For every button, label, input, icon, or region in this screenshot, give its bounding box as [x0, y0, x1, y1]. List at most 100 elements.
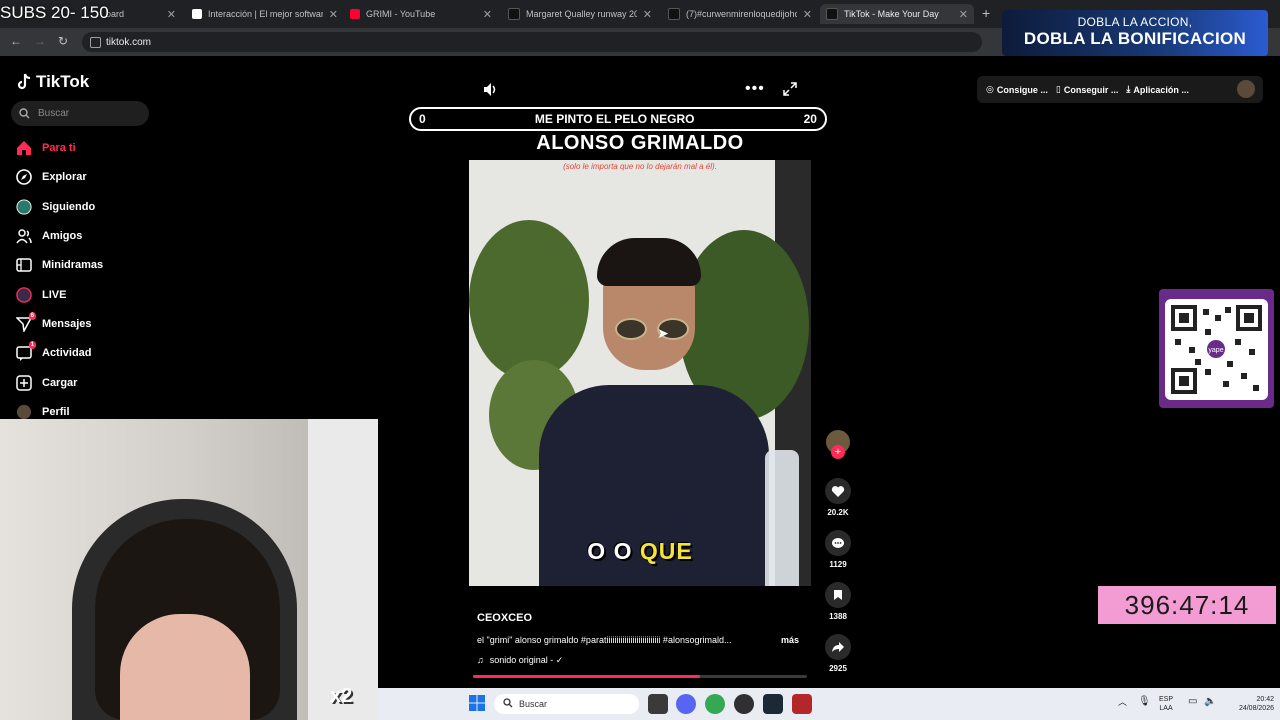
- windows-start-icon[interactable]: [468, 694, 488, 714]
- site-info-icon[interactable]: [90, 37, 101, 48]
- desktop-app-button[interactable]: ⤓ Aplicación ...: [1126, 84, 1189, 95]
- sunglasses-shape: [615, 318, 647, 340]
- sidebar-item-explorar[interactable]: Explorar: [16, 166, 87, 188]
- chrome-icon[interactable]: [705, 694, 725, 714]
- tray-chevron-icon[interactable]: ︿: [1118, 698, 1127, 707]
- donation-qr-overlay: yape: [1159, 289, 1274, 408]
- tiktok-logo[interactable]: TikTok: [16, 72, 89, 92]
- share-action[interactable]: 2925: [824, 634, 852, 673]
- browser-tab-active[interactable]: TikTok - Make Your Day ✕: [820, 4, 974, 24]
- phone-icon: ▯: [1055, 84, 1061, 94]
- live-icon: [16, 287, 32, 303]
- sidebar-search[interactable]: [11, 101, 149, 126]
- close-tab-icon[interactable]: ✕: [803, 8, 812, 21]
- volume-tray-icon[interactable]: 🔈: [1204, 697, 1216, 707]
- new-tab-button[interactable]: +: [982, 5, 990, 21]
- sidebar-item-minidramas[interactable]: Minidramas: [16, 254, 103, 276]
- bookmark-icon[interactable]: [825, 582, 851, 608]
- creator-avatar-image: +: [826, 430, 850, 459]
- heart-icon[interactable]: [825, 478, 851, 504]
- sidebar-item-actividad[interactable]: 1 Actividad: [16, 341, 92, 364]
- sidebar-item-label: LIVE: [42, 289, 67, 301]
- browser-tab[interactable]: GRIMI - YouTube ✕: [344, 4, 498, 24]
- taskbar-search[interactable]: Buscar: [494, 694, 639, 714]
- video-author[interactable]: CEOXCEO: [477, 612, 532, 624]
- tiktok-logo-text: TikTok: [36, 72, 90, 91]
- task-view-icon[interactable]: [648, 694, 668, 714]
- url-text: tiktok.com: [106, 36, 152, 48]
- notification-badge: 6: [28, 312, 36, 320]
- sidebar-item-label: Para ti: [42, 142, 76, 154]
- discord-icon[interactable]: [676, 694, 696, 714]
- browser-tab[interactable]: Margaret Qualley runway 2026 ✕: [502, 4, 658, 24]
- sidebar-item-mensajes[interactable]: 6 Mensajes: [16, 312, 92, 335]
- close-tab-icon[interactable]: ✕: [483, 8, 492, 21]
- more-link[interactable]: más: [781, 635, 799, 645]
- music-note-icon: ♫: [477, 655, 484, 665]
- qr-center-label: yape: [1208, 347, 1223, 354]
- subathon-timer: 396:47:14: [1098, 586, 1276, 624]
- url-field[interactable]: tiktok.com: [82, 32, 982, 52]
- share-count: 2925: [829, 664, 847, 673]
- volume-icon[interactable]: [483, 82, 498, 100]
- creator-avatar[interactable]: +: [824, 430, 852, 459]
- get-app-button[interactable]: ▯ Conseguir ...: [1056, 84, 1118, 95]
- clock[interactable]: 20:42 24/08/2026: [1224, 695, 1274, 713]
- search-input[interactable]: [36, 107, 140, 120]
- comment-count: 1129: [829, 560, 847, 569]
- close-tab-icon[interactable]: ✕: [959, 8, 968, 21]
- browser-tab[interactable]: Interacción | El mejor software ✕: [186, 4, 344, 24]
- streamer-face: [120, 614, 250, 720]
- network-icon[interactable]: ▭: [1188, 697, 1197, 707]
- multiplier-badge: x2: [330, 685, 353, 707]
- close-tab-icon[interactable]: ✕: [329, 8, 338, 21]
- close-tab-icon[interactable]: ✕: [643, 8, 652, 21]
- tab-title: oard: [106, 9, 125, 19]
- caption-yellow-text: QUE: [639, 538, 693, 564]
- app-icon[interactable]: [792, 694, 812, 714]
- sidebar-item-siguiendo[interactable]: Siguiendo: [16, 196, 95, 218]
- person-hair: [597, 238, 701, 286]
- header-button-label: Conseguir ...: [1063, 84, 1119, 95]
- microphone-icon[interactable]: 🎙: [1138, 697, 1151, 707]
- windows-taskbar: Buscar ︿ ESP LAA 🎙 ▭ 🔈 20:42 24/08/2026: [378, 688, 1280, 720]
- bookmark-action[interactable]: 1388: [824, 582, 852, 621]
- sidebar-item-label: Amigos: [42, 230, 83, 242]
- tab-title: GRIMI - YouTube: [366, 9, 436, 19]
- clock-time: 20:42: [1256, 696, 1274, 703]
- user-avatar[interactable]: [1237, 80, 1255, 98]
- video-frame[interactable]: (solo le importa que no lo dejarán mal a…: [469, 160, 811, 586]
- steam-icon[interactable]: [763, 694, 783, 714]
- lang-line-1: ESP: [1159, 696, 1174, 703]
- tab-title: TikTok - Make Your Day: [844, 9, 939, 19]
- sidebar-item-para-ti[interactable]: Para ti: [16, 137, 76, 159]
- obs-icon[interactable]: [734, 694, 754, 714]
- taskbar-search-placeholder: Buscar: [519, 699, 548, 709]
- tab-title: Interacción | El mejor software: [208, 9, 323, 19]
- video-caption-bottom: O O QUE: [469, 538, 811, 565]
- close-tab-icon[interactable]: ✕: [167, 8, 176, 21]
- back-arrow-icon[interactable]: ←: [10, 34, 22, 48]
- forward-arrow-icon[interactable]: →: [34, 34, 46, 48]
- language-indicator[interactable]: ESP LAA: [1159, 695, 1173, 713]
- video-progress-bar[interactable]: [473, 675, 807, 678]
- friends-icon: [16, 228, 32, 244]
- sidebar-item-live[interactable]: LIVE: [16, 284, 66, 306]
- sidebar-item-cargar[interactable]: Cargar: [16, 372, 77, 394]
- sidebar-item-amigos[interactable]: Amigos: [16, 225, 82, 247]
- share-icon[interactable]: [825, 634, 851, 660]
- get-coins-button[interactable]: ◎ Consigue ...: [986, 84, 1048, 95]
- follow-plus-icon[interactable]: +: [831, 445, 845, 459]
- video-description: el "grimi" alonso grimaldo #paratiiiiiii…: [477, 635, 732, 645]
- browser-tab[interactable]: oard ✕: [100, 4, 182, 24]
- tiktok-favicon-icon: [508, 8, 520, 20]
- comment-action[interactable]: 1129: [824, 530, 852, 569]
- fullscreen-icon[interactable]: [783, 82, 797, 99]
- reload-icon[interactable]: ↻: [58, 34, 68, 48]
- video-sound[interactable]: ♫ sonido original - ✓: [477, 655, 563, 666]
- like-action[interactable]: 20.2K: [824, 478, 852, 517]
- browser-tab[interactable]: (7)#curwenmirenloquedijohoy ✕: [662, 4, 818, 24]
- more-options-icon[interactable]: •••: [745, 80, 765, 98]
- search-icon: [503, 698, 513, 710]
- comment-icon[interactable]: [825, 530, 851, 556]
